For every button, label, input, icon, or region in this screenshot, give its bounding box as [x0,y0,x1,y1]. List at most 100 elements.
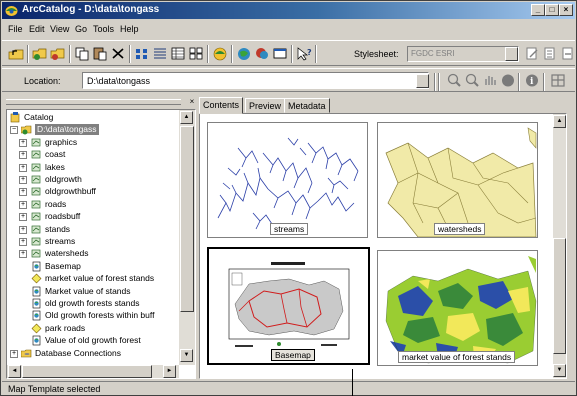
scroll-down-button[interactable]: ▼ [180,349,193,362]
expand-icon[interactable]: + [19,188,27,197]
toolbar-separator [207,45,209,63]
thumbnail-market-value-of-forest-stands[interactable]: market value of forest stands [377,250,538,366]
create-thumbnail-icon[interactable] [550,73,566,88]
launch-arcmap-icon[interactable] [212,46,228,61]
map-document-icon [32,335,41,346]
chevron-down-icon[interactable] [416,74,429,88]
close-icon[interactable]: × [187,97,197,107]
expand-icon[interactable]: + [19,238,27,246]
thumbnail-streams[interactable]: streams [207,122,368,238]
paste-icon[interactable] [92,46,108,61]
scroll-left-button[interactable]: ◄ [8,365,21,378]
details-icon[interactable] [170,46,186,61]
pan-icon[interactable] [482,73,498,88]
collapse-icon[interactable]: − [10,126,18,135]
menu-file[interactable]: File [8,24,23,34]
thumbnail-label: watersheds [434,223,486,235]
scroll-up-button[interactable]: ▲ [180,111,193,124]
expand-icon[interactable]: + [19,151,27,160]
scroll-thumb[interactable] [553,238,566,354]
catalog-tree[interactable]: Catalog − D:\data\tongass + graphics + coast + l… [6,109,196,379]
folder-connection-icon [21,126,32,135]
expand-icon[interactable]: + [19,250,27,259]
large-icons-icon[interactable] [134,46,150,61]
connect-folder-icon[interactable] [32,46,48,61]
thumbnail-label: market value of forest stands [398,351,516,363]
tree-item-label: Market value of stands [45,285,131,296]
menu-edit[interactable]: Edit [29,24,45,34]
catalog-tree-header: × [6,97,196,107]
toolbar-separator [438,73,440,91]
close-button[interactable]: × [559,4,573,16]
tree-horizontal-scrollbar[interactable]: ◄ ► [7,365,179,378]
scroll-right-button[interactable]: ► [163,365,176,378]
full-extent-icon[interactable] [500,73,516,88]
tree-item-label: Catalog [24,112,54,122]
delete-icon[interactable] [110,46,126,61]
scroll-thumb[interactable] [22,365,152,378]
callout-line [352,369,353,396]
chevron-down-icon[interactable] [505,47,518,61]
scroll-down-button[interactable]: ▼ [553,364,566,377]
whats-this-icon[interactable]: ? [296,46,312,61]
list-icon[interactable] [152,46,168,61]
contents-vertical-scrollbar[interactable]: ▲ ▼ [553,114,566,378]
title-bar[interactable]: ArcCatalog - D:\data\tongass _ □ × [2,2,575,19]
identify-icon[interactable]: i [524,73,540,88]
expand-icon[interactable]: + [10,349,18,358]
metadata-properties-icon[interactable] [542,46,558,61]
coverage-icon [31,150,41,159]
tree-vertical-scrollbar[interactable]: ▲ ▼ [179,110,195,365]
copy-icon[interactable] [74,46,90,61]
toolbar-separator [543,73,545,91]
tab-metadata[interactable]: Metadata [284,98,330,113]
scroll-up-button[interactable]: ▲ [553,115,566,128]
tree-item-label: Database Connections [35,347,122,358]
location-input[interactable]: D:\data\tongass [82,72,429,89]
expand-icon[interactable]: + [19,163,27,172]
tab-preview[interactable]: Preview [245,98,286,113]
tree-item-label: Old growth forests within buff [45,310,155,321]
tree-item-label: park roads [45,322,86,333]
expand-icon[interactable]: + [19,200,27,209]
coverage-icon [31,225,41,233]
arccatalog-window: ArcCatalog - D:\data\tongass _ □ × File … [0,0,577,396]
stylesheet-dropdown[interactable]: FGDC ESRI [407,46,519,62]
coverage-icon [31,188,41,196]
menu-tools[interactable]: Tools [93,24,114,34]
tab-contents[interactable]: Contents [199,97,244,114]
zoom-out-icon[interactable] [464,73,480,88]
edit-metadata-icon[interactable] [524,46,540,61]
menu-help[interactable]: Help [120,24,139,34]
toolbar-separator [231,45,233,63]
coverage-icon [31,175,41,184]
scroll-thumb[interactable] [180,126,194,312]
tree-item-label: watersheds [45,248,89,259]
standard-toolbar: ? Stylesheet: FGDC ESRI [2,40,575,66]
arctoolbox-icon[interactable] [272,46,288,61]
dock-grip[interactable] [6,99,181,105]
menu-go[interactable]: Go [75,24,87,34]
metadata-icon[interactable] [236,46,252,61]
expand-icon[interactable]: + [19,213,27,222]
menu-view[interactable]: View [50,24,69,34]
toolbar-separator [518,73,520,91]
minimize-button[interactable]: _ [531,4,545,16]
up-one-level-icon[interactable] [8,46,24,61]
expand-icon[interactable]: + [19,138,27,147]
search-icon[interactable] [254,46,270,61]
import-metadata-icon[interactable] [560,46,576,61]
contents-panel: streams watersheds Basemap market value … [199,113,567,379]
disconnect-folder-icon[interactable] [50,46,66,61]
tree-item-label: D:\data\tongass [35,124,99,136]
coverage-icon [31,163,41,171]
watersheds-map-preview [385,127,537,237]
expand-icon[interactable]: + [19,176,27,184]
thumbnail-watersheds[interactable]: watersheds [377,122,538,238]
expand-icon[interactable]: + [19,225,27,234]
maximize-button[interactable]: □ [545,4,559,16]
stands-map-preview [385,256,537,364]
thumbnails-icon[interactable] [188,46,204,61]
thumbnail-basemap[interactable]: Basemap [207,247,370,365]
zoom-in-icon[interactable] [446,73,462,88]
